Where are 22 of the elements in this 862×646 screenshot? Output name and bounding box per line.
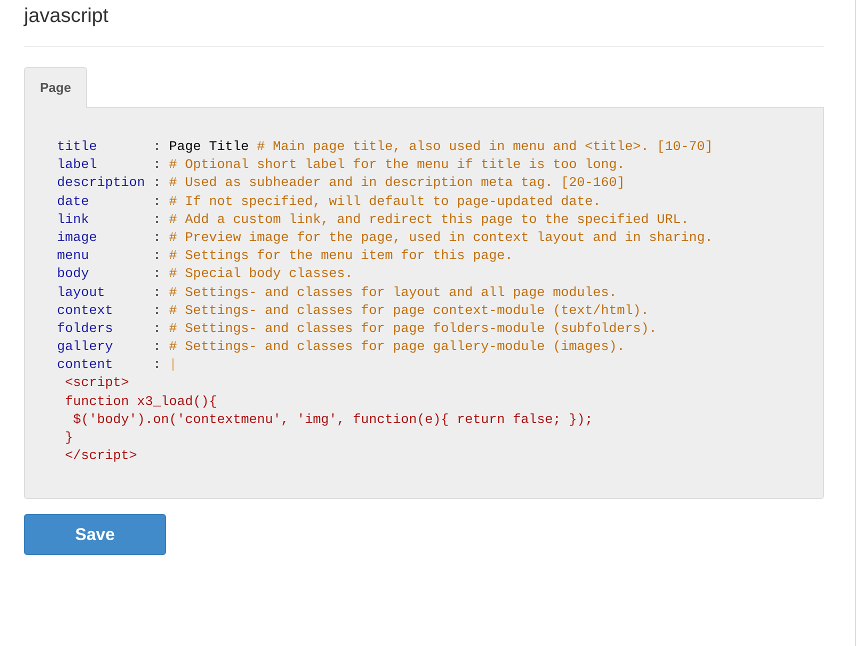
- code-line: date : # If not specified, will default to page-updated date.: [57, 194, 602, 212]
- code-line: body : # Special body classes.: [57, 266, 354, 284]
- code-line: function x3_load(){: [64, 394, 217, 410]
- code-line: menu : # Settings for the menu item for this page.: [57, 248, 514, 266]
- save-button[interactable]: Save: [24, 514, 166, 556]
- code-line: <script>: [64, 376, 129, 392]
- page-heading: javascript: [24, 4, 108, 29]
- code-line: description : # Used as subheader and in description meta tag. [20-160]: [57, 175, 626, 194]
- code-line: image : # Preview image for the page, used in context layout and in sharing.: [57, 230, 714, 248]
- code-line: layout : # Settings- and classes for layout and all page modules.: [57, 284, 618, 302]
- code-line: }: [64, 431, 73, 446]
- tab[interactable]: Page: [24, 67, 88, 108]
- code-line: $('body').on('contextmenu', 'img', function(e){ return false; });: [72, 412, 593, 428]
- code-line: context : # Settings- and classes for page context-module (text/html).: [57, 302, 650, 321]
- code-line: </script>: [64, 449, 137, 464]
- code-editor[interactable]: [24, 107, 824, 500]
- code-line: content : |: [57, 357, 178, 376]
- code-line: folders : # Settings- and classes for page folders-module (subfolders).: [57, 320, 658, 339]
- code-line: label : # Optional short label for the menu if title is too long.: [57, 157, 626, 176]
- code-line: gallery : # Settings- and classes for page gallery-module (images).: [57, 339, 626, 358]
- code-line: link : # Add a custom link, and redirect this page to the specified URL.: [57, 212, 690, 230]
- code-line: title : Page Title # Main page title, also used in menu and <title>. [10-70]: [57, 139, 714, 157]
